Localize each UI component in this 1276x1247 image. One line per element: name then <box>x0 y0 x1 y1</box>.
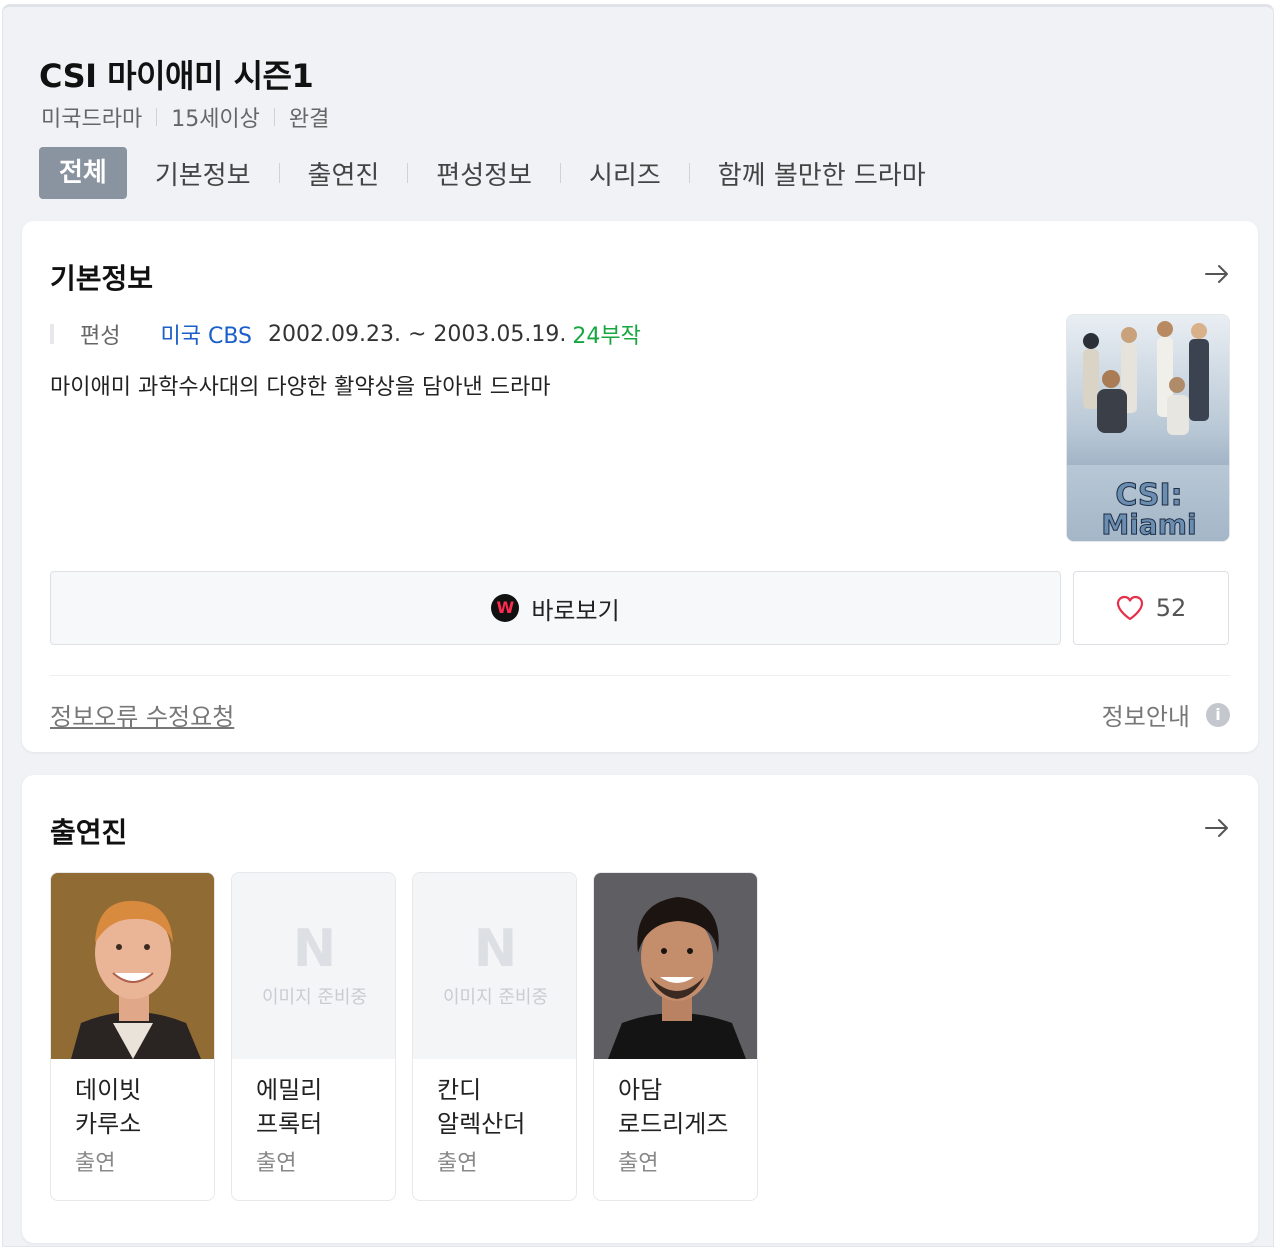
cast-role: 출연 <box>256 1151 297 1176</box>
meta-status: 완결 <box>288 107 330 132</box>
report-error-link[interactable]: 정보오류 수정요청 <box>50 697 234 732</box>
meta-rating: 15세이상 <box>171 107 260 132</box>
episode-count: 24부작 <box>572 324 641 349</box>
poster-title-1: CSI: <box>1115 478 1183 513</box>
cast-name: 데이빗 카루소 <box>75 1076 142 1138</box>
wavve-logo-icon: W <box>491 594 520 622</box>
schedule-label: 편성 <box>80 324 121 349</box>
cast-role: 출연 <box>618 1151 659 1176</box>
info-guide-button[interactable]: 정보안내 i <box>1102 697 1230 732</box>
cast-role: 출연 <box>437 1151 478 1176</box>
poster-image[interactable]: CSI: Miami <box>1066 314 1230 542</box>
tab-cast[interactable]: 출연진 <box>308 155 380 192</box>
meta-separator <box>273 108 275 126</box>
heart-icon <box>1116 595 1143 621</box>
like-button[interactable]: 52 <box>1073 571 1229 645</box>
cast-name: 칸디 알렉산더 <box>437 1076 526 1138</box>
tab-all[interactable]: 전체 <box>39 147 127 199</box>
poster-title-2: Miami <box>1101 508 1197 541</box>
arrow-right-icon[interactable] <box>1202 259 1232 289</box>
page-frame: CSI 마이애미 시즌1 미국드라마 15세이상 완결 전체 기본정보 출연진 … <box>2 4 1274 1247</box>
tab-separator <box>559 163 561 183</box>
cast-list: 데이빗 카루소 출연 N 이미지 준비중 에밀리 프록터 출연 N 이미지 준비… <box>50 872 774 1201</box>
cast-name: 아담 로드리게즈 <box>618 1076 729 1138</box>
tab-schedule[interactable]: 편성정보 <box>436 155 532 192</box>
cast-member[interactable]: 아담 로드리게즈 출연 <box>593 872 758 1201</box>
row-marker <box>50 324 54 344</box>
channel-link[interactable]: 미국 CBS <box>160 318 252 350</box>
divider <box>50 675 1230 676</box>
naver-logo-icon: N <box>292 919 337 979</box>
meta-info: 미국드라마 15세이상 완결 <box>41 101 329 133</box>
watch-now-button[interactable]: W 바로보기 <box>50 571 1061 645</box>
cast-role: 출연 <box>75 1151 116 1176</box>
page-title: CSI 마이애미 시즌1 <box>39 57 314 95</box>
cast-photo-placeholder: N 이미지 준비중 <box>413 873 576 1059</box>
tab-separator <box>688 163 690 183</box>
watch-now-label: 바로보기 <box>531 596 620 625</box>
info-icon: i <box>1206 702 1230 727</box>
placeholder-text: 이미지 준비중 <box>261 987 368 1008</box>
meta-separator <box>156 108 158 126</box>
cast-photo <box>594 873 757 1059</box>
basic-info-title: 기본정보 <box>50 262 154 295</box>
placeholder-text: 이미지 준비중 <box>442 987 549 1008</box>
cast-member[interactable]: 데이빗 카루소 출연 <box>50 872 215 1201</box>
naver-logo-icon: N <box>473 919 518 979</box>
cast-name: 에밀리 프록터 <box>256 1076 323 1138</box>
tab-basic-info[interactable]: 기본정보 <box>155 155 251 192</box>
cast-photo-placeholder: N 이미지 준비중 <box>232 873 395 1059</box>
arrow-right-icon[interactable] <box>1202 813 1232 843</box>
cast-member[interactable]: N 이미지 준비중 에밀리 프록터 출연 <box>231 872 396 1201</box>
air-dates: 2002.09.23. ~ 2003.05.19. <box>268 321 567 347</box>
tab-recommended[interactable]: 함께 볼만한 드라마 <box>718 155 926 192</box>
wavve-logo-letter: W <box>496 598 515 617</box>
cast-photo <box>51 873 214 1059</box>
basic-info-card: 기본정보 편성 미국 CBS 2002.09.23. ~ 2003.05.19.… <box>22 221 1258 752</box>
tab-separator <box>407 163 409 183</box>
tab-bar: 전체 기본정보 출연진 편성정보 시리즈 함께 볼만한 드라마 <box>39 147 926 199</box>
cast-member[interactable]: N 이미지 준비중 칸디 알렉산더 출연 <box>412 872 577 1201</box>
schedule-row: 편성 미국 CBS 2002.09.23. ~ 2003.05.19. 24부작 <box>50 319 641 349</box>
tab-separator <box>278 163 280 183</box>
tab-series[interactable]: 시리즈 <box>589 155 661 192</box>
like-count: 52 <box>1155 594 1187 622</box>
cast-card: 출연진 데이빗 카루소 출연 N 이미지 준비중 에밀리 프록터 출연 N 이미… <box>22 775 1258 1243</box>
info-guide-label: 정보안내 <box>1101 703 1190 731</box>
meta-genre: 미국드라마 <box>41 107 143 132</box>
description: 마이애미 과학수사대의 다양한 활약상을 담아낸 드라마 <box>50 375 551 400</box>
cast-title: 출연진 <box>50 816 128 849</box>
